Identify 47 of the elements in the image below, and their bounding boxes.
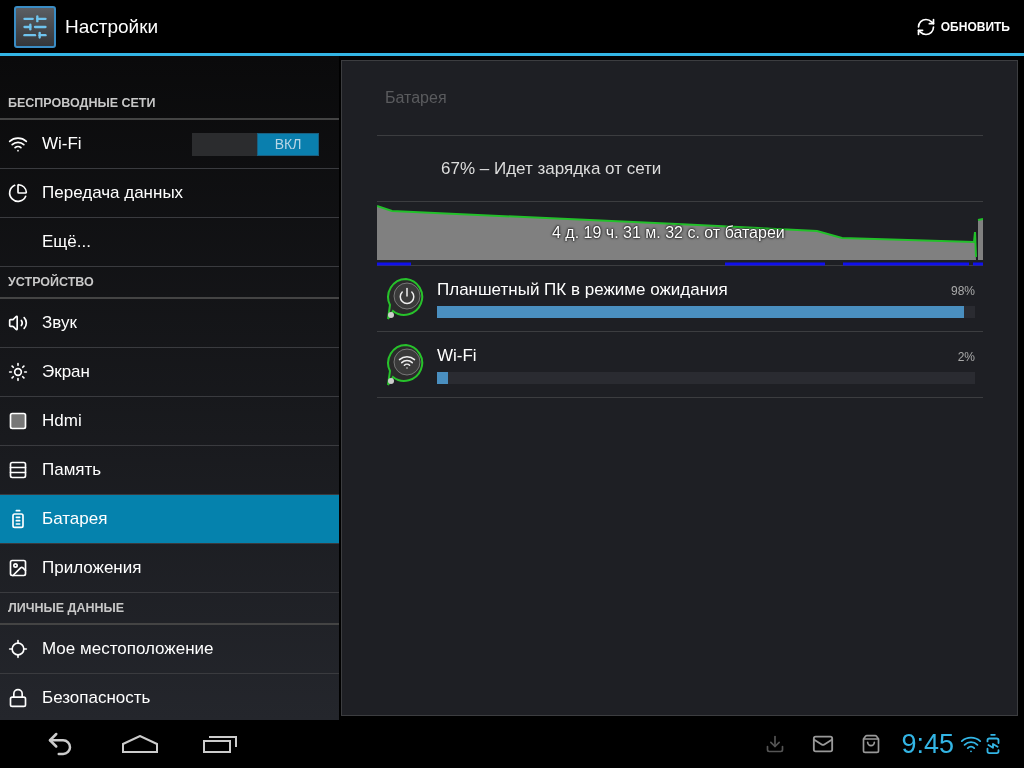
recent-apps-icon: [202, 735, 238, 753]
usage-percent: 98%: [950, 283, 975, 298]
item-label: Передача данных: [42, 183, 185, 203]
settings-item[interactable]: Приложения: [0, 544, 339, 593]
item-label: Wi-Fi: [42, 134, 83, 154]
settings-item[interactable]: Wi-Fi ВКЛ: [0, 120, 339, 169]
settings-item[interactable]: Батарея: [0, 495, 339, 544]
refresh-icon: [915, 16, 936, 37]
item-label: Звук: [42, 313, 78, 333]
section-header: ЛИЧНЫЕ ДАННЫЕ: [0, 593, 339, 625]
item-label: Hdmi: [42, 411, 83, 431]
location-icon: [8, 639, 28, 659]
graph-caption: 4 д. 19 ч. 31 м. 32 с. от батареи: [552, 224, 785, 242]
section-header: УСТРОЙСТВО: [0, 267, 339, 299]
usage-label: Wi-Fi: [437, 345, 477, 366]
lock-icon: [8, 688, 28, 708]
item-label: Ещё...: [42, 232, 92, 252]
square-icon: [8, 411, 28, 431]
item-label: Экран: [42, 362, 91, 382]
storage-icon: [8, 460, 28, 480]
settings-item[interactable]: Передача данных: [0, 169, 339, 218]
clock: 9:45: [901, 728, 954, 760]
settings-item[interactable]: Экран: [0, 348, 339, 397]
pie-chart-icon: [8, 183, 28, 203]
usage-percent: 2%: [957, 349, 975, 364]
app-title: Настройки: [65, 15, 160, 38]
item-label: Мое местоположение: [42, 639, 215, 659]
item-label: Приложения: [42, 558, 143, 578]
item-label: Батарея: [42, 509, 109, 529]
settings-item[interactable]: Ещё...: [0, 218, 339, 267]
item-label: Память: [42, 460, 103, 480]
settings-item[interactable]: Звук: [0, 299, 339, 348]
item-label: Безопасность: [42, 688, 152, 708]
speaker-icon: [8, 313, 28, 333]
home-icon: [121, 735, 159, 753]
toggle-thumb: ВКЛ: [257, 132, 319, 156]
usage-label: Планшетный ПК в режиме ожидания: [437, 279, 728, 300]
panel-title: Батарея: [385, 89, 447, 107]
refresh-button[interactable]: ОБНОВИТЬ: [909, 10, 1016, 43]
section-header: БЕСПРОВОДНЫЕ СЕТИ: [0, 88, 339, 120]
wifi-icon: [8, 134, 28, 154]
battery-status: 67% – Идет зарядка от сети: [441, 158, 662, 179]
settings-item[interactable]: Hdmi: [0, 397, 339, 446]
picture-icon: [8, 558, 28, 578]
settings-app-icon[interactable]: [14, 5, 56, 48]
brightness-icon: [8, 362, 28, 382]
settings-item[interactable]: Мое местоположение: [0, 625, 339, 674]
